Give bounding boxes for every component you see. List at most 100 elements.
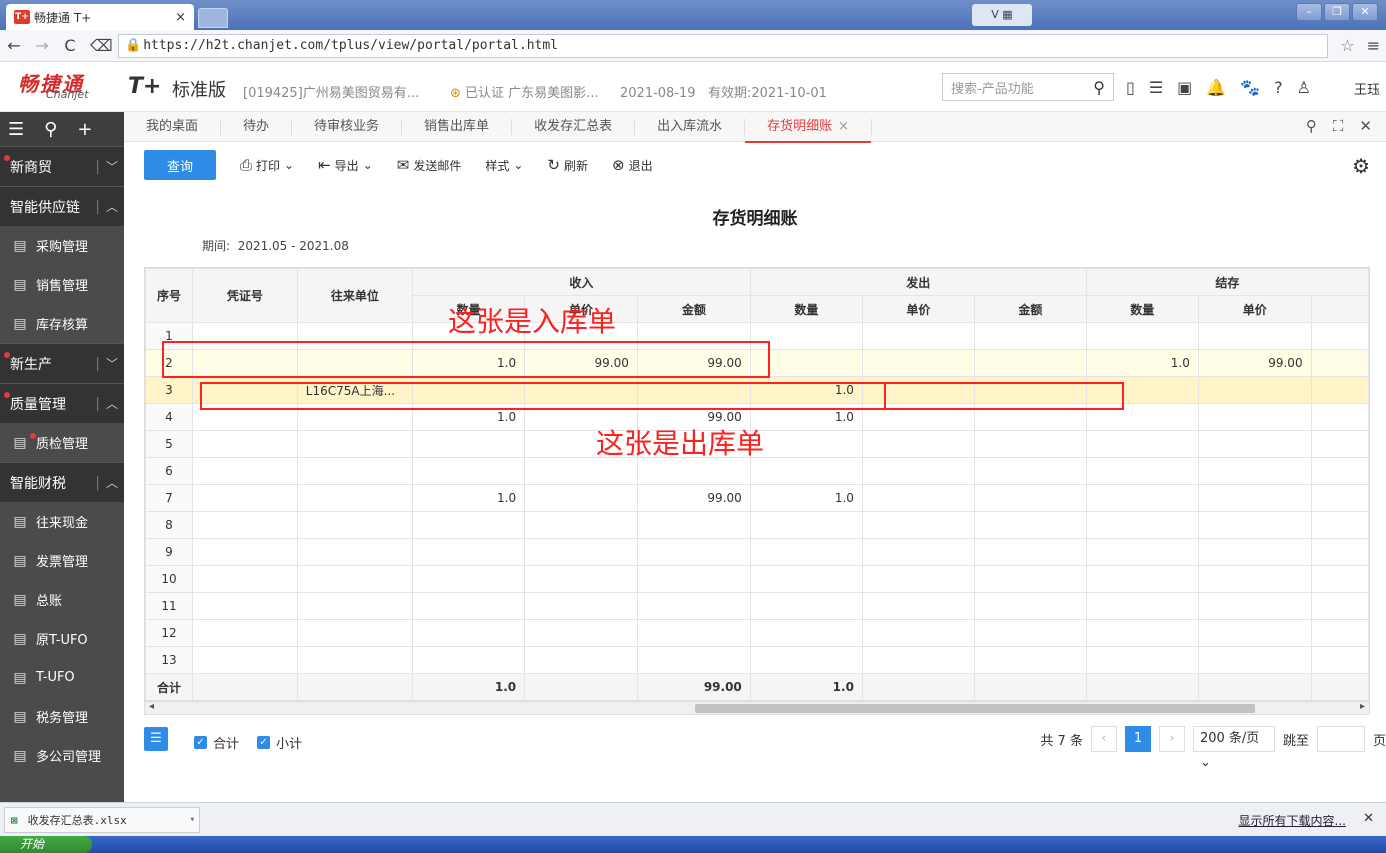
- page-size-select[interactable]: 200 条/页 ⌄: [1192, 726, 1275, 770]
- url-field[interactable]: 🔒 https://h2t.chanjet.com/tplus/view/por…: [118, 33, 1329, 58]
- sidebar-group[interactable]: 智能供应链 | ︿: [0, 186, 124, 226]
- menu-icon[interactable]: ≡: [1367, 36, 1380, 55]
- content-tab[interactable]: 收发存汇总表: [512, 118, 636, 135]
- refresh-button[interactable]: ↻ 刷新: [547, 156, 588, 174]
- sidebar-group[interactable]: 新商贸 | ﹀: [0, 146, 124, 186]
- export-button[interactable]: ⇤ 导出 ⌄: [318, 156, 373, 174]
- search-icon[interactable]: ⚲: [1093, 78, 1105, 97]
- start-button[interactable]: 开始: [0, 836, 92, 853]
- print-button[interactable]: ⎙ 打印 ⌄: [240, 156, 294, 174]
- next-page-button[interactable]: ›: [1158, 726, 1185, 752]
- chevron-down-icon[interactable]: ▾: [190, 815, 195, 825]
- menu-toggle-icon[interactable]: ☰: [8, 119, 24, 140]
- total-checkbox[interactable]: ✓ 合计: [194, 733, 239, 752]
- chevron-icon[interactable]: ﹀: [106, 355, 124, 372]
- sidebar-group[interactable]: 质量管理 | ︿: [0, 383, 124, 423]
- sidebar-item[interactable]: ▤ 总账: [0, 580, 124, 619]
- minimize-button[interactable]: –: [1296, 3, 1322, 21]
- col-partner: 往来单位: [296, 268, 413, 323]
- sidebar-item[interactable]: ▤ 销售管理: [0, 265, 124, 304]
- search-input[interactable]: 搜索-产品功能 ⚲: [942, 73, 1114, 101]
- mascot-icon[interactable]: 🐾: [1240, 78, 1260, 97]
- content-tab[interactable]: 待审核业务: [292, 118, 403, 135]
- chevron-icon[interactable]: ︿: [106, 198, 124, 215]
- browser-extension-icon[interactable]: V ▦: [972, 4, 1032, 26]
- chevron-icon[interactable]: ︿: [106, 395, 124, 412]
- scroll-left-icon[interactable]: ◂: [149, 701, 154, 712]
- delete-icon[interactable]: ⌫: [90, 36, 113, 55]
- sidebar-group[interactable]: 智能财税 | ︿: [0, 462, 124, 502]
- restore-button[interactable]: ❐: [1324, 3, 1350, 21]
- close-icon[interactable]: ✕: [1359, 117, 1372, 135]
- close-tab-icon[interactable]: ×: [838, 119, 849, 134]
- search-icon[interactable]: ⚲: [44, 119, 57, 140]
- forward-icon[interactable]: →: [34, 36, 50, 55]
- chevron-icon[interactable]: ﹀: [106, 158, 124, 175]
- cell-bal-price: [1197, 538, 1312, 566]
- sidebar-item[interactable]: ▤ 发票管理: [0, 541, 124, 580]
- add-icon[interactable]: +: [77, 119, 92, 140]
- column-settings-button[interactable]: ☰: [144, 727, 168, 751]
- sidebar-item[interactable]: ▤ 往来现金: [0, 502, 124, 541]
- reload-icon[interactable]: C: [62, 36, 78, 55]
- cell-in-qty: [411, 538, 526, 566]
- query-button[interactable]: 查询: [144, 150, 216, 180]
- table-row[interactable]: 12: [145, 619, 1369, 647]
- sidebar-item[interactable]: ▤ 质检管理: [0, 423, 124, 462]
- show-all-downloads-link[interactable]: 显示所有下载内容...: [1239, 812, 1346, 829]
- chevron-icon[interactable]: ︿: [106, 474, 124, 491]
- cell-seq: 9: [145, 538, 193, 566]
- sidebar-item[interactable]: ▤ 税务管理: [0, 697, 124, 736]
- close-window-button[interactable]: ✕: [1352, 3, 1378, 21]
- table-row[interactable]: 7 1.0 99.00 1.0: [145, 484, 1369, 512]
- goto-page-input[interactable]: [1316, 726, 1365, 752]
- exit-button[interactable]: ⊗ 退出: [612, 156, 653, 174]
- prev-page-button[interactable]: ‹: [1090, 726, 1117, 752]
- table-row[interactable]: 8: [145, 511, 1369, 539]
- company-name[interactable]: [019425]广州易美图贸易有...: [243, 82, 419, 101]
- scrollbar-thumb[interactable]: [695, 704, 1255, 713]
- help-icon[interactable]: ?: [1274, 78, 1283, 97]
- sidebar-group[interactable]: 新生产 | ﹀: [0, 343, 124, 383]
- table-row[interactable]: 9: [145, 538, 1369, 566]
- sidebar-item[interactable]: ▤ 多公司管理: [0, 736, 124, 775]
- horizontal-scrollbar[interactable]: ◂ ▸: [144, 701, 1370, 715]
- content-tab[interactable]: 存货明细账 ×: [745, 118, 873, 143]
- sidebar-item[interactable]: ▤ T-UFO: [0, 658, 124, 697]
- scroll-right-icon[interactable]: ▸: [1360, 701, 1365, 712]
- content-tab[interactable]: 销售出库单: [402, 118, 513, 135]
- cell-voucher: [191, 592, 298, 620]
- exit-icon: ⊗: [612, 156, 625, 174]
- subtotal-checkbox[interactable]: ✓ 小计: [257, 733, 302, 752]
- search-icon[interactable]: ⚲: [1306, 117, 1317, 135]
- sidebar-item[interactable]: ▤ 采购管理: [0, 226, 124, 265]
- task-list-icon[interactable]: ☰: [1149, 78, 1163, 97]
- page-1-button[interactable]: 1: [1124, 726, 1151, 752]
- settings-gear-icon[interactable]: ⚙: [1352, 154, 1370, 178]
- table-row[interactable]: 13: [145, 646, 1369, 674]
- browser-tab[interactable]: T+ 畅捷通 T+ ×: [6, 4, 194, 30]
- content-tab[interactable]: 出入库流水: [635, 118, 746, 135]
- style-button[interactable]: 样式 ⌄: [485, 157, 523, 174]
- bookmark-star-icon[interactable]: ☆: [1340, 36, 1354, 55]
- notification-bell-icon[interactable]: 🔔: [1206, 78, 1226, 97]
- new-tab-button[interactable]: [198, 8, 228, 28]
- cell-out-price: [861, 646, 975, 674]
- fullscreen-icon[interactable]: ⛶: [1333, 117, 1344, 135]
- sidebar-item[interactable]: ▤ 库存核算: [0, 304, 124, 343]
- user-icon[interactable]: ♙: [1297, 78, 1311, 97]
- tab-close-icon[interactable]: ×: [175, 10, 186, 25]
- back-icon[interactable]: ←: [6, 36, 22, 55]
- download-item[interactable]: ⊠ 收发存汇总表.xlsx ▾: [4, 807, 200, 833]
- username[interactable]: 王珏: [1354, 79, 1380, 98]
- content-tab[interactable]: 待办: [221, 118, 293, 135]
- cell-in-qty: [411, 619, 526, 647]
- device-icon[interactable]: ▯: [1126, 78, 1135, 97]
- sidebar-item[interactable]: ▤ 原T-UFO: [0, 619, 124, 658]
- table-row[interactable]: 11: [145, 592, 1369, 620]
- content-tab[interactable]: 我的桌面: [124, 118, 222, 135]
- message-icon[interactable]: ▣: [1177, 78, 1192, 97]
- table-row[interactable]: 10: [145, 565, 1369, 593]
- close-download-bar-icon[interactable]: ✕: [1363, 811, 1374, 826]
- send-email-button[interactable]: ✉ 发送邮件: [397, 156, 462, 174]
